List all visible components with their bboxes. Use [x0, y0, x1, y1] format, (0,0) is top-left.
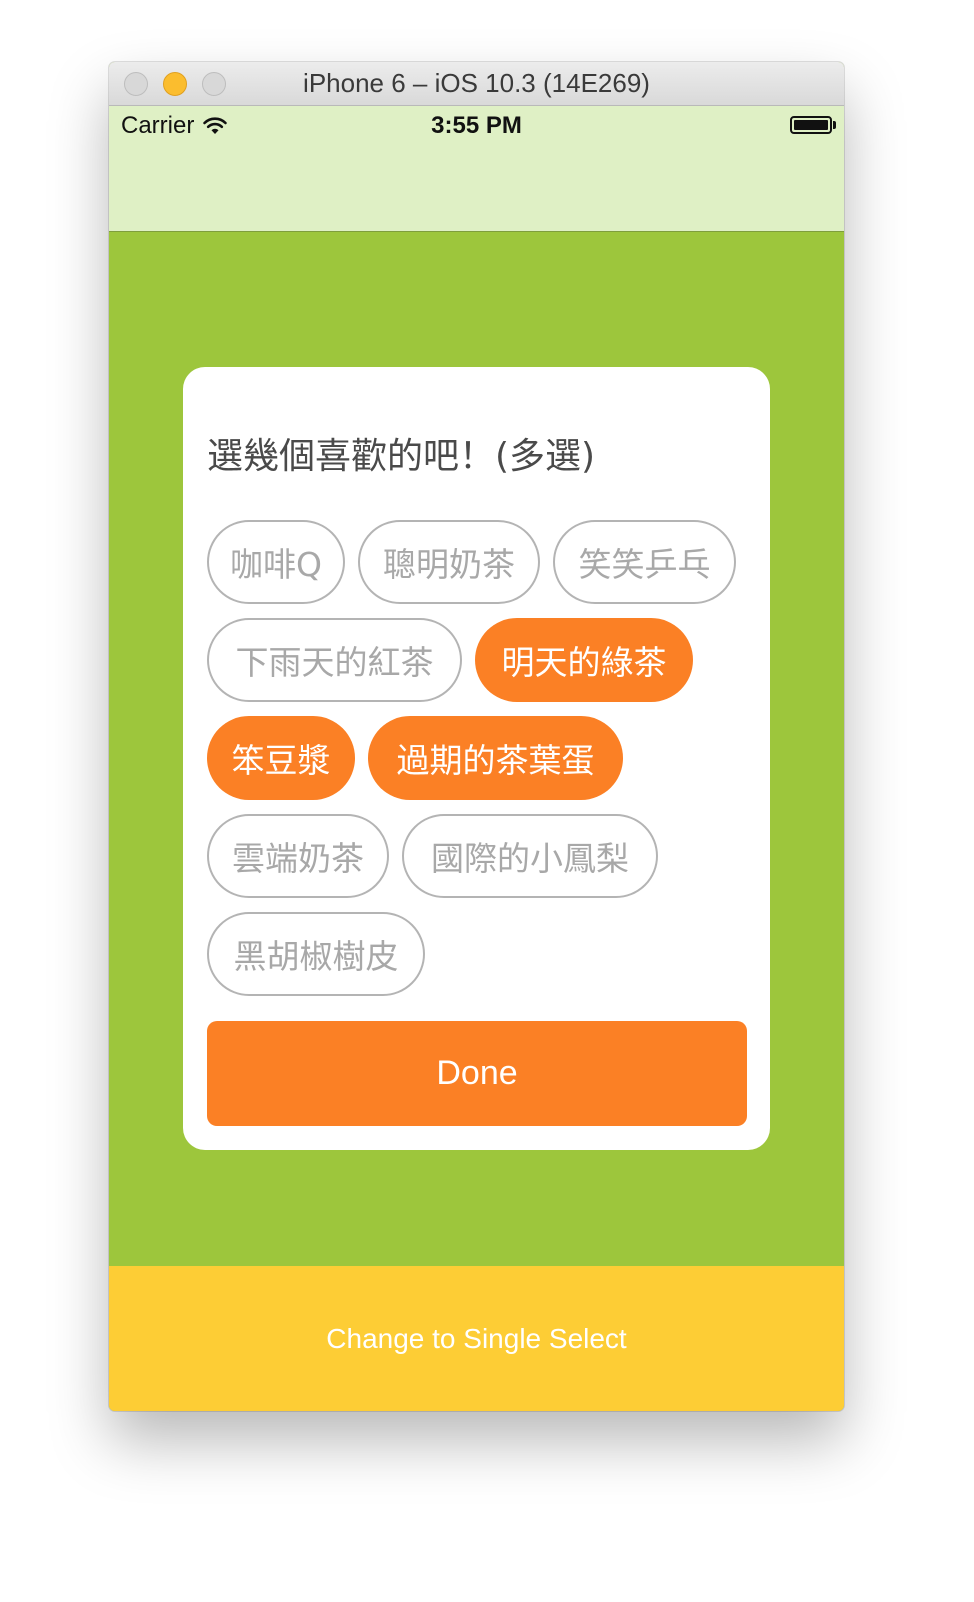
tag-option-selected[interactable]: 明天的綠茶 [475, 618, 693, 702]
dialog-prompt: 選幾個喜歡的吧！(多選) [207, 436, 596, 477]
tag-option[interactable]: 笑笑乒乓 [553, 520, 736, 604]
tag-option[interactable]: 國際的小鳳梨 [402, 814, 658, 898]
window-title: iPhone 6 – iOS 10.3 (14E269) [303, 68, 650, 98]
tag-option[interactable]: 雲端奶茶 [207, 814, 389, 898]
simulator-window: iPhone 6 – iOS 10.3 (14E269) Carrier 3:5… [109, 62, 844, 1411]
selection-dialog: 選幾個喜歡的吧！(多選) 咖啡Q 聰明奶茶 笑笑乒乓 下雨天的紅茶 明天的綠茶 … [183, 367, 770, 1150]
navigation-header: Carrier 3:55 PM [109, 106, 844, 232]
tag-option[interactable]: 咖啡Q [207, 520, 345, 604]
tag-option-selected[interactable]: 過期的茶葉蛋 [368, 716, 623, 800]
battery-icon [790, 116, 832, 134]
tag-option-selected[interactable]: 笨豆漿 [207, 716, 355, 800]
battery-level [794, 120, 828, 130]
tag-option[interactable]: 黑胡椒樹皮 [207, 912, 425, 996]
tag-option[interactable]: 聰明奶茶 [358, 520, 540, 604]
battery-tip [833, 121, 836, 129]
tag-option[interactable]: 下雨天的紅茶 [207, 618, 462, 702]
window-titlebar: iPhone 6 – iOS 10.3 (14E269) [109, 62, 844, 106]
status-time: 3:55 PM [431, 112, 522, 139]
done-button[interactable]: Done [207, 1021, 747, 1126]
change-to-single-select-button[interactable]: Change to Single Select [109, 1266, 844, 1411]
